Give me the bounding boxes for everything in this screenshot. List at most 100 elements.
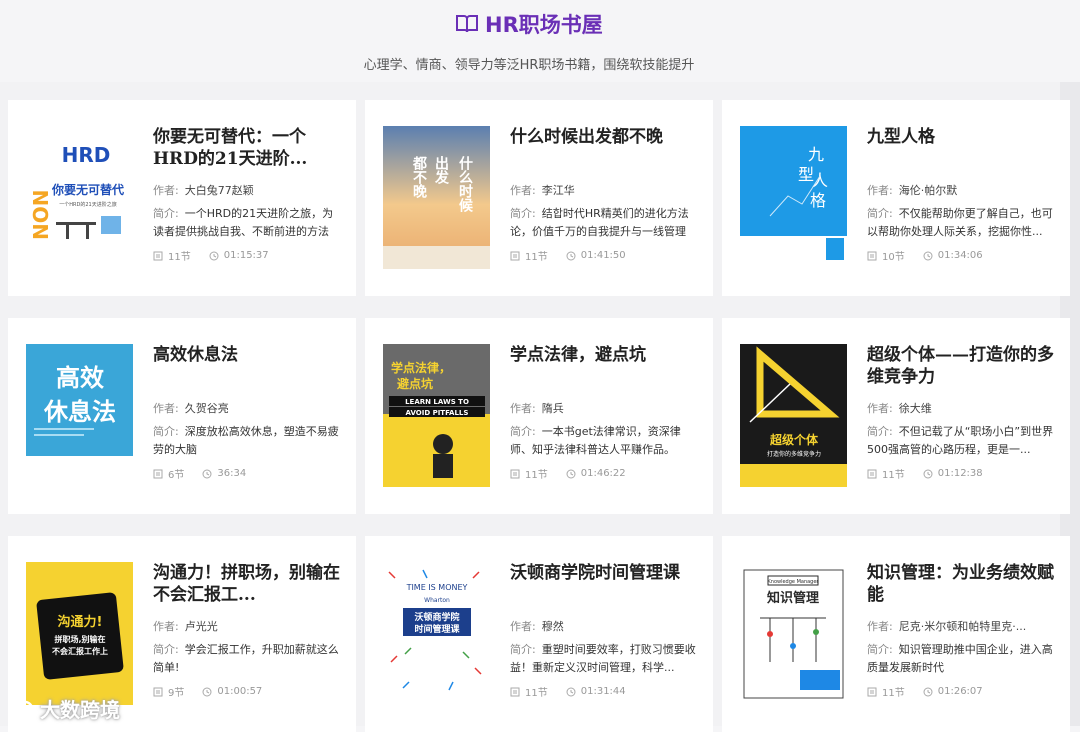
book-meta: 9节 01:00:57	[153, 684, 262, 699]
lesson-count: 11节	[525, 252, 548, 263]
description-label: 简介:	[867, 425, 893, 438]
book-meta: 11节 01:15:37	[153, 248, 269, 263]
book-cover[interactable]: 九 型 人 格	[740, 126, 847, 269]
svg-text:都不晚: 都不晚	[411, 156, 428, 199]
svg-text:超级个体: 超级个体	[769, 432, 819, 447]
book-cover[interactable]: 高效 休息法	[26, 344, 133, 487]
book-author: 作者: 卢光光	[153, 618, 218, 634]
description-label: 简介:	[510, 207, 536, 220]
clock-icon	[566, 469, 576, 478]
clock-icon	[202, 469, 212, 478]
lesson-list-icon	[867, 687, 877, 696]
book-title[interactable]: 沃顿商学院时间管理课	[510, 562, 700, 584]
book-cover[interactable]: 学点法律， 避点坑 LEARN LAWS TO AVOID PITFALLS	[383, 344, 490, 487]
book-description: 简介: 不但记载了从“职场小白”到世界500强高管的心路历程，更是一...	[867, 423, 1057, 461]
svg-text:人: 人	[812, 171, 828, 190]
description-label: 简介:	[153, 643, 179, 656]
description-label: 简介:	[867, 207, 893, 220]
author-name: 海伦·帕尔默	[898, 184, 958, 197]
author-name: 久贺谷亮	[184, 402, 229, 415]
book-title[interactable]: 超级个体——打造你的多维竞争力	[867, 344, 1057, 388]
duration: 01:26:07	[937, 686, 983, 697]
lesson-count: 6节	[168, 470, 185, 481]
lesson-list-icon	[153, 469, 163, 478]
svg-text:Wharton: Wharton	[424, 597, 450, 604]
svg-text:时间管理课: 时间管理课	[414, 623, 460, 635]
book-cover[interactable]: 什么时候 出发 都不晚	[383, 126, 490, 269]
svg-text:TIME IS MONEY: TIME IS MONEY	[406, 583, 468, 592]
book-card[interactable]: TIME IS MONEY Wharton 沃顿商学院 时间管理课 沃顿商学院时…	[365, 536, 713, 732]
svg-text:NON: NON	[29, 190, 53, 240]
clock-icon	[923, 469, 933, 478]
author-label: 作者:	[153, 184, 179, 197]
book-description: 简介: 一个HRD的21天进阶之旅，为读者提供挑战自我、不断前进的方法	[153, 205, 343, 243]
author-label: 作者:	[510, 620, 536, 633]
author-label: 作者:	[867, 184, 893, 197]
book-cover[interactable]: 超级个体 打造你的多维竞争力	[740, 344, 847, 487]
svg-text:高效: 高效	[56, 364, 104, 392]
lesson-list-icon	[153, 251, 163, 260]
author-name: 尼克·米尔顿和帕特里克·...	[898, 620, 1027, 633]
book-meta: 11节 01:26:07	[867, 684, 983, 699]
book-cover[interactable]: TIME IS MONEY Wharton 沃顿商学院 时间管理课	[383, 562, 490, 705]
book-title[interactable]: 九型人格	[867, 126, 1057, 148]
lesson-count: 9节	[168, 688, 185, 699]
book-card[interactable]: Knowledge Manager 知识管理 知识管理：为业务绩效赋能 作者: 尼…	[722, 536, 1070, 732]
book-title[interactable]: 什么时候出发都不晚	[510, 126, 700, 148]
lesson-count: 11节	[882, 688, 905, 699]
book-author: 作者: 尼克·米尔顿和帕特里克·...	[867, 618, 1026, 634]
svg-text:沟通力!: 沟通力!	[58, 614, 103, 630]
book-card[interactable]: 九 型 人 格 九型人格 作者: 海伦·帕尔默 简介: 不仅能帮助你更了解自己，也可…	[722, 100, 1070, 296]
book-card[interactable]: 什么时候 出发 都不晚 什么时候出发都不晚 作者: 李江华 简介: 结합时代HR精英…	[365, 100, 713, 296]
book-meta: 11节 01:31:44	[510, 684, 626, 699]
svg-text:AVOID PITFALLS: AVOID PITFALLS	[406, 409, 469, 417]
author-label: 作者:	[867, 620, 893, 633]
description-label: 简介:	[510, 425, 536, 438]
book-title[interactable]: 沟通力！拼职场，别输在不会汇报工...	[153, 562, 343, 606]
duration: 01:12:38	[937, 468, 983, 479]
svg-text:LEARN LAWS TO: LEARN LAWS TO	[405, 398, 469, 406]
svg-text:什么时候: 什么时候	[457, 155, 473, 213]
page-header: HR职场书屋 心理学、情商、领导力等泛HR职场书籍，围绕软技能提升	[0, 0, 1080, 82]
description-text: 学会汇报工作，升职加薪就这么简单!	[153, 643, 339, 674]
book-cover[interactable]: 沟通力! 拼职场,别输在 不会汇报工作上	[26, 562, 133, 705]
lesson-list-icon	[153, 687, 163, 696]
author-label: 作者:	[510, 402, 536, 415]
book-card[interactable]: 学点法律， 避点坑 LEARN LAWS TO AVOID PITFALLS 学…	[365, 318, 713, 514]
lesson-count: 11节	[168, 252, 191, 263]
description-text: 结합时代HR精英们的进化方法论，价值千万的自我提升与一线管理	[510, 207, 689, 238]
description-text: 一个HRD的21天进阶之旅，为读者提供挑战自我、不断前进的方法	[153, 207, 334, 238]
clock-icon	[566, 687, 576, 696]
duration: 01:15:37	[223, 250, 269, 261]
author-name: 隋兵	[541, 402, 564, 415]
watermark-text: 大数跨境	[40, 698, 120, 722]
description-label: 简介:	[867, 643, 893, 656]
book-author: 作者: 李江华	[510, 182, 575, 198]
book-title[interactable]: 你要无可替代：一个HRD的21天进阶...	[153, 126, 343, 170]
svg-text:知识管理: 知识管理	[767, 590, 819, 606]
svg-text:学点法律，: 学点法律，	[391, 360, 451, 375]
book-description: 简介: 不仅能帮助你更了解自己，也可以帮助你处理人际关系，挖掘你性...	[867, 205, 1057, 243]
author-name: 大白兔77赵颖	[184, 184, 254, 197]
book-card[interactable]: 超级个体 打造你的多维竞争力 超级个体——打造你的多维竞争力 作者: 徐大维 简介…	[722, 318, 1070, 514]
book-card[interactable]: HRD 你要无可替代 一个HRD的21天进阶之旅 NON 你要无可替代：一个HR…	[8, 100, 356, 296]
book-title[interactable]: 知识管理：为业务绩效赋能	[867, 562, 1057, 606]
book-meta: 11节 01:12:38	[867, 466, 983, 481]
book-card[interactable]: 高效 休息法 高效休息法 作者: 久贺谷亮 简介: 深度放松高效休息，塑造不易疲劳的…	[8, 318, 356, 514]
description-text: 知识管理助推中国企业，进入高质量发展新时代	[867, 643, 1053, 674]
book-icon	[456, 15, 478, 33]
duration: 01:00:57	[217, 686, 263, 697]
description-label: 简介:	[153, 425, 179, 438]
book-description: 简介: 知识管理助推中国企业，进入高质量发展新时代	[867, 641, 1057, 679]
book-cover[interactable]: HRD 你要无可替代 一个HRD的21天进阶之旅 NON	[26, 126, 133, 269]
svg-text:一个HRD的21天进阶之旅: 一个HRD的21天进阶之旅	[59, 201, 116, 208]
book-title[interactable]: 高效休息法	[153, 344, 343, 366]
svg-text:出发: 出发	[433, 155, 450, 185]
duration: 01:41:50	[580, 250, 626, 261]
lesson-count: 10节	[882, 252, 905, 263]
svg-text:拼职场,别输在: 拼职场,别输在	[54, 634, 105, 644]
description-text: 不仅能帮助你更了解自己，也可以帮助你处理人际关系，挖掘你性...	[867, 207, 1053, 238]
page-title-text: HR职场书屋	[483, 9, 605, 40]
book-cover[interactable]: Knowledge Manager 知识管理	[740, 562, 847, 705]
book-title[interactable]: 学点法律，避点坑	[510, 344, 700, 366]
